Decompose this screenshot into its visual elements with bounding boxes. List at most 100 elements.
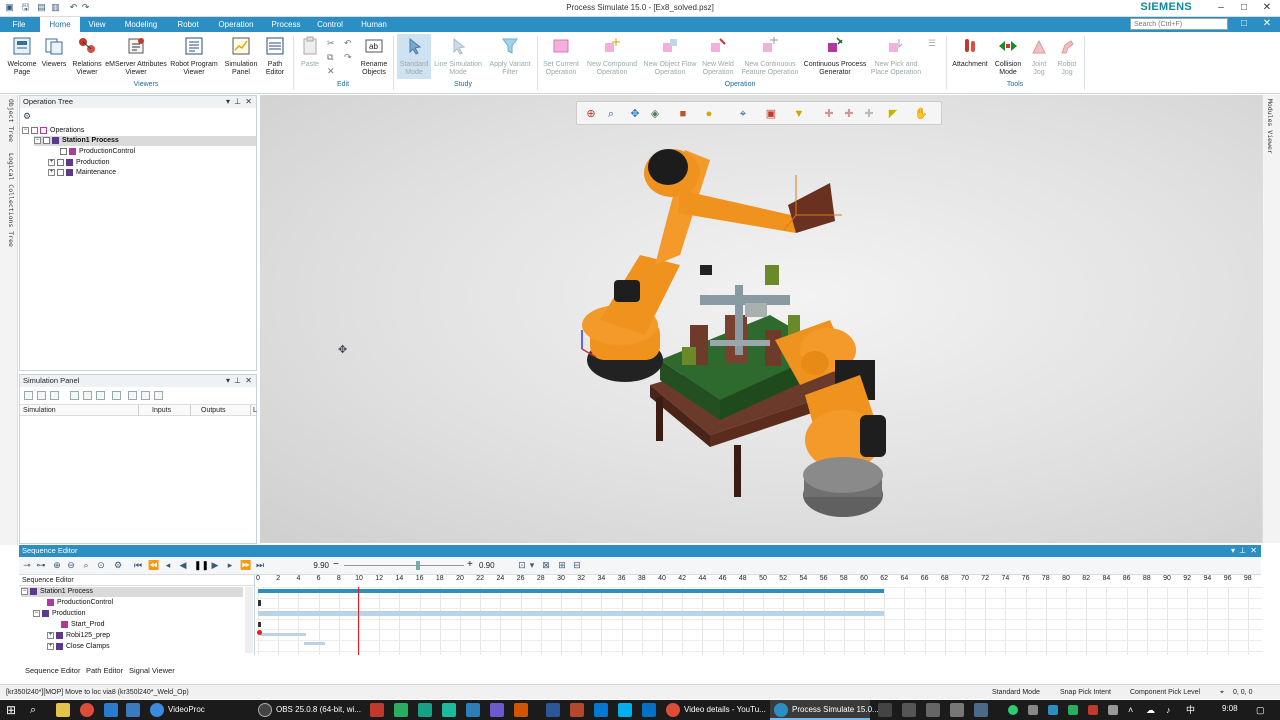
redo-small-icon[interactable]: ↷ — [344, 52, 352, 63]
save-icon[interactable] — [141, 391, 150, 400]
tree-item-productioncontrol[interactable]: ProductionControl — [60, 147, 135, 157]
app-icon[interactable] — [418, 703, 432, 717]
network-icon[interactable]: ☁ — [1146, 703, 1160, 717]
app-icon[interactable] — [878, 703, 892, 717]
app-icon[interactable] — [974, 703, 988, 717]
tray-icon[interactable] — [1048, 705, 1058, 715]
view-cube-icon[interactable]: ◈ — [647, 106, 663, 122]
taskbar-app-video-details[interactable]: Video details - YouTu... — [662, 700, 766, 720]
tab-path-editor[interactable]: Path Editor — [86, 666, 123, 675]
relations-viewer-button[interactable]: Relations Viewer — [70, 34, 104, 77]
tray-icon[interactable] — [1088, 705, 1098, 715]
edge-icon[interactable] — [104, 703, 118, 717]
sim-tool-icon[interactable] — [83, 391, 92, 400]
tree-item-station1-process[interactable]: − Station1 Process — [34, 136, 256, 146]
tab-control[interactable]: Control — [311, 17, 349, 32]
tree-item-operations[interactable]: − Operations — [22, 126, 84, 136]
word-icon[interactable] — [546, 703, 560, 717]
checkbox[interactable] — [57, 158, 64, 166]
column-inputs[interactable]: Inputs — [152, 407, 171, 414]
more-operations-icon[interactable]: ☰ — [928, 38, 936, 49]
relocate-icon[interactable]: ✚ — [841, 106, 857, 122]
render-mode-icon[interactable]: ■ — [675, 106, 691, 122]
gantt-bar-production[interactable] — [258, 611, 885, 616]
collapse-icon[interactable]: − — [34, 136, 41, 144]
tab-sequence-editor[interactable]: Sequence Editor — [25, 666, 80, 675]
pin-icon[interactable]: ⊥ — [1239, 545, 1246, 557]
pin-icon[interactable]: ⊥ — [234, 96, 241, 108]
notifications-icon[interactable]: ▢ — [1256, 703, 1270, 717]
column-outputs[interactable]: Outputs — [201, 407, 226, 414]
status-pick-level[interactable]: Component Pick Level — [1130, 685, 1200, 700]
filter-icon[interactable] — [112, 391, 121, 400]
seq-row-robi125-prep[interactable]: + Robi125_prep — [47, 631, 110, 641]
robot-cell-model[interactable] — [560, 135, 940, 535]
checkbox[interactable] — [60, 147, 67, 155]
tab-modules-viewer[interactable]: Modules Viewer — [1266, 99, 1274, 154]
light-icon[interactable]: ● — [701, 106, 717, 122]
panel-menu-icon[interactable]: ▾ — [226, 375, 230, 387]
expand-icon[interactable]: + — [48, 158, 55, 166]
language-icon[interactable]: 中 — [1186, 703, 1200, 717]
zoom-icon[interactable]: ⌕ — [603, 106, 619, 122]
emserver-attributes-viewer-button[interactable]: eMServer Attributes Viewer — [104, 34, 168, 77]
app-icon[interactable] — [490, 703, 504, 717]
taskbar-app-process-simulate[interactable]: Process Simulate 15.0... — [770, 700, 879, 720]
set-current-operation-button[interactable]: Set Current Operation — [540, 34, 582, 77]
sequence-tree-scrollbar[interactable] — [245, 587, 253, 653]
tab-robot[interactable]: Robot — [170, 17, 206, 32]
new-continuous-feature-operation-button[interactable]: New Continuous Feature Operation — [738, 34, 802, 77]
status-pick-intent[interactable]: Snap Pick Intent — [1060, 685, 1111, 700]
sim-tool-icon[interactable] — [37, 391, 46, 400]
hand-icon[interactable]: ✋ — [913, 106, 929, 122]
tab-modeling[interactable]: Modeling — [118, 17, 164, 32]
sim-tool-icon[interactable] — [70, 391, 79, 400]
sequence-tool-icon[interactable]: ⊟ — [572, 560, 582, 571]
link-icon[interactable]: ⊸ — [22, 560, 32, 571]
robot-jog-button[interactable]: Robot Jog — [1054, 34, 1080, 77]
open-icon[interactable] — [128, 391, 137, 400]
viewers-button[interactable]: Viewers — [40, 34, 68, 69]
collision-mode-button[interactable]: Collision Mode — [991, 34, 1025, 77]
paste-button[interactable]: Paste — [297, 34, 323, 69]
maximize-button[interactable]: □ — [1233, 1, 1255, 15]
gantt-current-time-line[interactable] — [357, 587, 359, 655]
speed-decrease-button[interactable]: − — [333, 559, 339, 570]
snap-icon[interactable]: ✚ — [861, 106, 877, 122]
continuous-process-generator-button[interactable]: Continuous Process Generator — [803, 34, 867, 77]
welcome-page-button[interactable]: Welcome Page — [4, 34, 40, 77]
display-options-icon[interactable]: ⊡ — [517, 560, 527, 571]
attachment-button[interactable]: Attachment — [950, 34, 990, 69]
tray-icon[interactable] — [1028, 705, 1038, 715]
clock[interactable]: 9:08 — [1222, 704, 1238, 713]
close-button[interactable]: ✕ — [1256, 1, 1278, 15]
new-compound-operation-button[interactable]: New Compound Operation — [583, 34, 641, 77]
seq-row-productioncontrol[interactable]: ProductionControl — [47, 598, 113, 608]
new-weld-operation-button[interactable]: New Weld Operation — [699, 34, 737, 77]
collapse-icon[interactable]: − — [21, 587, 28, 595]
tree-item-maintenance[interactable]: + Maintenance — [48, 168, 116, 178]
app-icon[interactable] — [902, 703, 916, 717]
checkbox[interactable] — [57, 168, 64, 176]
simulation-panel-button[interactable]: Simulation Panel — [222, 34, 260, 77]
close-icon[interactable]: ✕ — [245, 96, 252, 108]
speed-slider-track[interactable] — [344, 565, 464, 566]
status-mode[interactable]: Standard Mode — [992, 685, 1040, 700]
app-icon[interactable] — [394, 703, 408, 717]
new-object-flow-operation-button[interactable]: New Object Flow Operation — [642, 34, 698, 77]
sequence-tool-icon[interactable]: ⊠ — [541, 560, 551, 571]
robot-program-viewer-button[interactable]: Robot Program Viewer — [167, 34, 221, 77]
app-icon[interactable] — [594, 703, 608, 717]
rename-objects-button[interactable]: ab Rename Objects — [357, 34, 391, 77]
gantt-bar-station1-process[interactable] — [258, 589, 885, 593]
step-back-icon[interactable]: ⏪ — [148, 560, 159, 571]
taskbar-app-videoproc[interactable]: VideoProc — [146, 700, 246, 720]
undo-small-icon[interactable]: ↶ — [344, 38, 352, 49]
jump-start-icon[interactable]: ⏮ — [133, 560, 143, 571]
new-pick-and-place-operation-button[interactable]: New Pick and Place Operation — [868, 34, 924, 77]
tab-process[interactable]: Process — [266, 17, 306, 32]
tab-home[interactable]: Home — [40, 17, 80, 32]
gantt-bar-close-clamps[interactable] — [304, 642, 325, 645]
speed-increase-button[interactable]: + — [467, 559, 473, 570]
zoom-fit-icon[interactable]: ⌕ — [81, 560, 91, 571]
